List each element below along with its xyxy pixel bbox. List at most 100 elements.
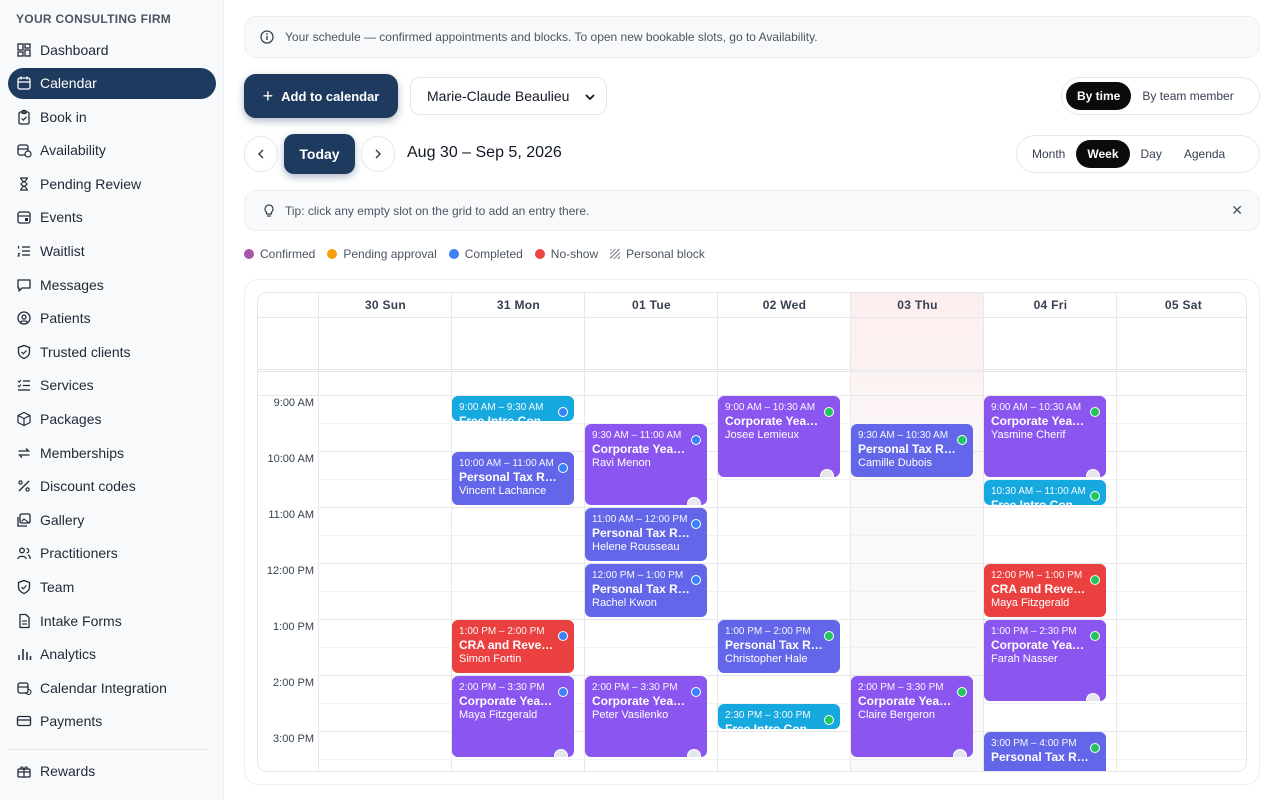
time-label: 12:00 PM (266, 565, 314, 577)
appointment-block[interactable]: 2:00 PM – 3:30 PM Corporate Yea… Peter Vas… (585, 676, 707, 757)
sidebar-item-label: Pending Review (40, 175, 142, 192)
list-check-icon (16, 377, 32, 393)
appointment-block[interactable]: 10:30 AM – 11:00 AM Free Intro Con… (984, 480, 1106, 505)
grid-line (258, 371, 1246, 372)
appointment-block[interactable]: 1:00 PM – 2:30 PM Corporate Yea… Farah Nas… (984, 620, 1106, 701)
column-divider (318, 293, 319, 771)
avatar (554, 749, 568, 757)
legend-item: Confirmed (244, 247, 315, 261)
sidebar-item-label: Analytics (40, 646, 97, 663)
appointment-service: Corporate Yea… (725, 414, 819, 428)
appointment-service: Corporate Yea… (459, 694, 553, 708)
appointment-block[interactable]: 3:00 PM – 4:00 PM Personal Tax R… (984, 732, 1106, 771)
previous-week-button[interactable] (244, 136, 278, 172)
sidebar-item-practitioners[interactable]: Practitioners (8, 538, 216, 569)
sidebar-item-analytics[interactable]: Analytics (8, 639, 216, 670)
appointment-block[interactable]: 9:00 AM – 10:30 AM Corporate Yea… Yasmine … (984, 396, 1106, 477)
appointment-block[interactable]: 2:30 PM – 3:00 PM Free Intro Con… (718, 704, 840, 729)
day-header[interactable]: 01 Tue (585, 293, 718, 317)
appointment-block[interactable]: 12:00 PM – 1:00 PM CRA and Reve… Maya Fitz… (984, 564, 1106, 617)
sidebar-item-calendar[interactable]: Calendar (8, 67, 216, 99)
status-dot (558, 407, 568, 417)
time-label: 2:00 PM (273, 677, 314, 689)
sidebar-item-label: Patients (40, 310, 91, 327)
avatar (820, 469, 834, 477)
appointment-block[interactable]: 2:00 PM – 3:30 PM Corporate Yea… Maya Fitz… (452, 676, 574, 757)
appointment-service: Corporate Yea… (592, 442, 686, 456)
appointment-block[interactable]: 9:30 AM – 10:30 AM Personal Tax R… Camille… (851, 424, 973, 477)
sidebar-item-book-in[interactable]: Book in (8, 101, 216, 132)
legend-dot (534, 249, 545, 259)
view-option-by-time[interactable]: By time (1066, 82, 1132, 110)
status-dot (824, 631, 834, 641)
day-header[interactable]: 30 Sun (319, 293, 452, 317)
appointment-block[interactable]: 12:00 PM – 1:00 PM Personal Tax R… Rachel … (585, 564, 707, 617)
column-divider (983, 293, 984, 771)
legend-item: Completed (448, 247, 523, 261)
status-dot (1090, 575, 1100, 585)
appointment-client: Maya Fitzgerald (459, 709, 538, 721)
appointment-time: 11:00 AM – 12:00 PM (592, 514, 688, 525)
legend-label: Personal block (626, 247, 705, 261)
appointment-block[interactable]: 11:00 AM – 12:00 PM Personal Tax R… Helene… (585, 508, 707, 561)
today-button[interactable]: Today (284, 134, 355, 174)
sidebar-item-memberships[interactable]: Memberships (8, 437, 216, 468)
range-option-agenda[interactable]: Agenda (1173, 140, 1236, 168)
day-header[interactable]: 05 Sat (1117, 293, 1246, 317)
sidebar-item-dashboard[interactable]: Dashboard (8, 34, 216, 65)
sidebar-item-intake-forms[interactable]: Intake Forms (8, 605, 216, 636)
avatar (1086, 469, 1100, 477)
sidebar-item-calendar-integration[interactable]: Calendar Integration (8, 672, 216, 703)
appointment-service: Personal Tax R… (592, 582, 690, 596)
close-icon[interactable]: ✕ (1231, 202, 1243, 219)
range-option-week[interactable]: Week (1076, 140, 1130, 168)
sidebar-item-rewards[interactable]: Rewards (8, 756, 216, 787)
sidebar-item-events[interactable]: Events (8, 202, 216, 233)
appointment-client: Vincent Lachance (459, 485, 547, 497)
appointment-block[interactable]: 1:00 PM – 2:00 PM CRA and Reve… Simon Fort… (452, 620, 574, 673)
sidebar-item-trusted-clients[interactable]: Trusted clients (8, 336, 216, 367)
appointment-time: 9:30 AM – 11:00 AM (592, 430, 682, 441)
sidebar-item-messages[interactable]: Messages (8, 269, 216, 300)
sidebar-item-services[interactable]: Services (8, 370, 216, 401)
sidebar-item-patients[interactable]: Patients (8, 303, 216, 334)
appointment-time: 12:00 PM – 1:00 PM (592, 570, 684, 581)
day-header[interactable]: 02 Wed (718, 293, 851, 317)
sidebar-item-gallery[interactable]: Gallery (8, 504, 216, 535)
day-header[interactable]: 04 Fri (984, 293, 1117, 317)
appointment-client: Christopher Hale (725, 653, 808, 665)
appointment-client: Simon Fortin (459, 653, 522, 665)
sidebar-nav: Dashboard Calendar Book in Availability Pend… (8, 34, 216, 789)
appointment-block[interactable]: 9:30 AM – 11:00 AM Corporate Yea… Ravi Men… (585, 424, 707, 505)
appointment-client: Helene Rousseau (592, 541, 680, 553)
sidebar-item-waitlist[interactable]: Waitlist (8, 236, 216, 267)
team-member-select[interactable]: Marie-Claude Beaulieu (410, 77, 607, 115)
chevron-right-icon (375, 149, 382, 159)
gallery-icon (16, 512, 32, 528)
sidebar-item-payments[interactable]: Payments (8, 706, 216, 737)
next-week-button[interactable] (361, 136, 395, 172)
range-option-month[interactable]: Month (1021, 140, 1076, 168)
grid-line (319, 535, 1246, 536)
sidebar-item-label: Trusted clients (40, 343, 131, 360)
day-header[interactable]: 31 Mon (452, 293, 585, 317)
calendar-event-icon (16, 209, 32, 225)
avatar (687, 497, 701, 505)
appointment-client: Peter Vasilenko (592, 709, 669, 721)
appointment-block[interactable]: 2:00 PM – 3:30 PM Corporate Yea… Claire Be… (851, 676, 973, 757)
add-to-calendar-button[interactable]: + Add to calendar (244, 74, 398, 118)
appointment-block[interactable]: 9:00 AM – 10:30 AM Corporate Yea… Josee Le… (718, 396, 840, 477)
sidebar-item-team[interactable]: Team (8, 572, 216, 603)
appointment-block[interactable]: 9:00 AM – 9:30 AM Free Intro Con… (452, 396, 574, 421)
day-header[interactable]: 03 Thu (851, 293, 984, 317)
appointment-time: 10:00 AM – 11:00 AM (459, 458, 554, 469)
sidebar-item-label: Memberships (40, 444, 125, 461)
sidebar-item-packages[interactable]: Packages (8, 404, 216, 435)
appointment-block[interactable]: 10:00 AM – 11:00 AM Personal Tax R… Vincen… (452, 452, 574, 505)
appointment-block[interactable]: 1:00 PM – 2:00 PM Personal Tax R… Christop… (718, 620, 840, 673)
view-option-by-team-member[interactable]: By team member (1131, 82, 1244, 110)
sidebar-item-availability[interactable]: Availability (8, 135, 216, 166)
sidebar-item-pending-review[interactable]: Pending Review (8, 168, 216, 199)
sidebar-item-discount-codes[interactable]: Discount codes (8, 471, 216, 502)
range-option-day[interactable]: Day (1130, 140, 1173, 168)
